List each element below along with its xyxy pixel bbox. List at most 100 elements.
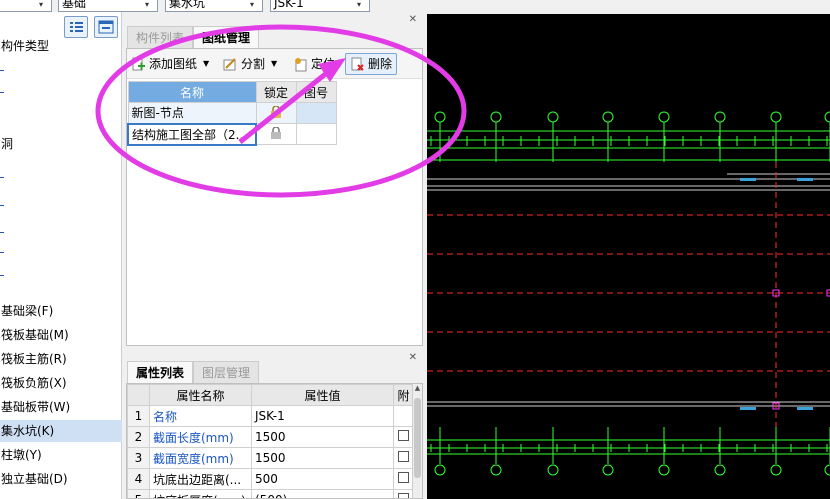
property-name[interactable]: 坑底出边距离(... [149,468,252,490]
attach-checkbox-cell[interactable] [393,489,414,498]
attach-checkbox-cell[interactable] [393,447,414,469]
checkbox[interactable] [398,451,409,462]
checkbox[interactable] [398,430,409,441]
delete-label: 删除 [368,57,393,71]
property-value[interactable]: 1500 [251,447,394,469]
locate-label: 定位 [311,57,336,71]
table-row[interactable]: 1 名称 JSK-1 [127,405,414,427]
drawing-panel-titlebar: ✕ [126,14,423,25]
tree-item[interactable]: 构件类型 [0,35,122,57]
table-row[interactable]: 2 截面长度(mm) 1500 [127,426,414,448]
axis-bubble [547,464,559,476]
property-value[interactable]: (500) [251,489,394,498]
cyan-mark [740,407,756,410]
component-type-combo[interactable]: 集水坑 ▾ [165,0,263,12]
locate-icon [295,57,307,71]
locate-button[interactable]: 定位 [293,53,335,75]
axis-bubble [770,111,782,123]
checkbox[interactable] [398,493,409,498]
tree-connector [0,232,4,233]
col-attach[interactable]: 附 [393,384,414,406]
drawing-toolbar: 添加图纸 ▼ 分割 ▼ 定位 删除 [127,49,422,79]
property-value[interactable]: JSK-1 [251,405,394,427]
col-property-name[interactable]: 属性名称 [149,384,252,406]
property-name[interactable]: 截面长度(mm) [149,426,252,448]
lock-cell[interactable] [255,123,297,145]
table-row[interactable]: 5坑底板厚度(mm)(500) [127,489,414,498]
tab-component-list[interactable]: 构件列表 [127,26,194,48]
add-drawing-icon [132,57,145,70]
col-name[interactable]: 名称 [127,81,257,103]
property-value[interactable]: 1500 [251,426,394,448]
property-value[interactable]: 500 [251,468,394,490]
component-tree-panel: 构件类型洞基础梁(F) 筏板基础(M) 筏板主筋(R) 筏板负筋(X) 基础板带(W) 集… [0,12,122,499]
tree-connector [0,252,4,253]
col-drawing-no[interactable]: 图号 [295,81,337,103]
list-view-icon [70,22,83,32]
scrollbar-thumb[interactable] [414,398,421,478]
tree-item[interactable]: 柱墩(Y) [0,444,122,466]
drawing-panel-tabs: 构件列表 图纸管理 [127,26,260,48]
close-icon[interactable]: ✕ [409,352,417,363]
split-button[interactable]: 分割 ▼ [223,53,277,75]
tree-item[interactable]: 基础板带(W) [0,396,122,418]
table-row[interactable]: 结构施工图全部（2... [127,122,337,146]
property-name[interactable]: 坑底板厚度(mm) [149,489,252,498]
row-index[interactable]: 1 [127,405,150,427]
drawing-table: 名称 锁定 图号 新图-节点 结构施工图全部（2... [127,81,337,146]
attach-checkbox-cell[interactable] [393,405,414,427]
tree-item[interactable]: 筏板主筋(R) [0,348,122,370]
tab-layer-management[interactable]: 图层管理 [193,361,260,383]
tree-item[interactable]: 洞 [0,133,122,155]
drawing-no-cell[interactable] [295,123,337,145]
cad-canvas[interactable] [427,14,830,499]
table-row[interactable]: 3 截面宽度(mm) 1500 [127,447,414,469]
component-combo[interactable]: JSK-1 ▾ [270,0,370,12]
table-row[interactable]: 4 坑底出边距离(... 500 [127,468,414,490]
drawing-management-pane: 添加图纸 ▼ 分割 ▼ 定位 删除 名称 锁定 图号 新图-节点 结构施工图全部… [126,48,423,346]
attach-checkbox-cell[interactable] [393,426,414,448]
scroll-up-icon[interactable]: ▲ [413,384,422,392]
checkbox[interactable] [398,472,409,483]
row-index[interactable]: 5 [127,489,150,498]
close-icon[interactable]: ✕ [409,14,417,25]
tree-item[interactable]: 基础梁(F) [0,300,122,322]
props-panel-tabs: 属性列表 图层管理 [127,361,260,383]
row-index[interactable]: 2 [127,426,150,448]
property-name[interactable]: 截面宽度(mm) [149,447,252,469]
delete-drawing-button[interactable]: 删除 [345,53,398,75]
table-row[interactable]: 新图-节点 [127,102,337,124]
tree-item[interactable]: 独立基础(D) [0,468,122,490]
tab-drawing-management[interactable]: 图纸管理 [193,26,260,48]
property-name[interactable]: 名称 [149,405,252,427]
split-icon [223,57,236,70]
add-drawing-label: 添加图纸 [149,57,198,71]
drawing-name-cell[interactable]: 结构施工图全部（2... [127,122,257,146]
axis-bubble [490,111,502,123]
tree-item[interactable]: 集水坑(K) [0,420,122,442]
lock-cell[interactable] [255,102,297,124]
cyan-mark [740,178,756,181]
chevron-down-icon[interactable]: ▼ [271,53,277,75]
tab-property-list[interactable]: 属性列表 [127,361,194,383]
tree-item[interactable]: 筏板基础(M) [0,324,122,346]
axis-bubble [658,111,670,123]
properties-table: 属性名称 属性值 附 1 名称 JSK-1 2 截面长度(mm) 1500 3 截面宽度(mm… [127,384,414,498]
drawing-name-cell[interactable]: 新图-节点 [127,102,257,124]
category-combo[interactable]: 基础 ▾ [58,0,158,12]
split-label: 分割 [241,57,266,71]
chevron-down-icon[interactable]: ▼ [203,53,209,75]
add-drawing-button[interactable]: 添加图纸 ▼ [131,53,209,75]
col-property-value[interactable]: 属性值 [251,384,394,406]
row-index[interactable]: 4 [127,468,150,490]
properties-pane: 属性名称 属性值 附 1 名称 JSK-1 2 截面长度(mm) 1500 3 截面宽度(mm… [126,383,423,499]
scrollbar[interactable]: ▲ [412,384,422,498]
axis-bubble [658,464,670,476]
row-index[interactable]: 3 [127,447,150,469]
attach-checkbox-cell[interactable] [393,468,414,490]
drawing-no-cell[interactable] [295,102,337,124]
col-lock[interactable]: 锁定 [255,81,297,103]
combo-0[interactable]: ▾ [0,0,52,12]
table-header: 属性名称 属性值 附 [127,384,414,406]
tree-item[interactable]: 筏板负筋(X) [0,372,122,394]
